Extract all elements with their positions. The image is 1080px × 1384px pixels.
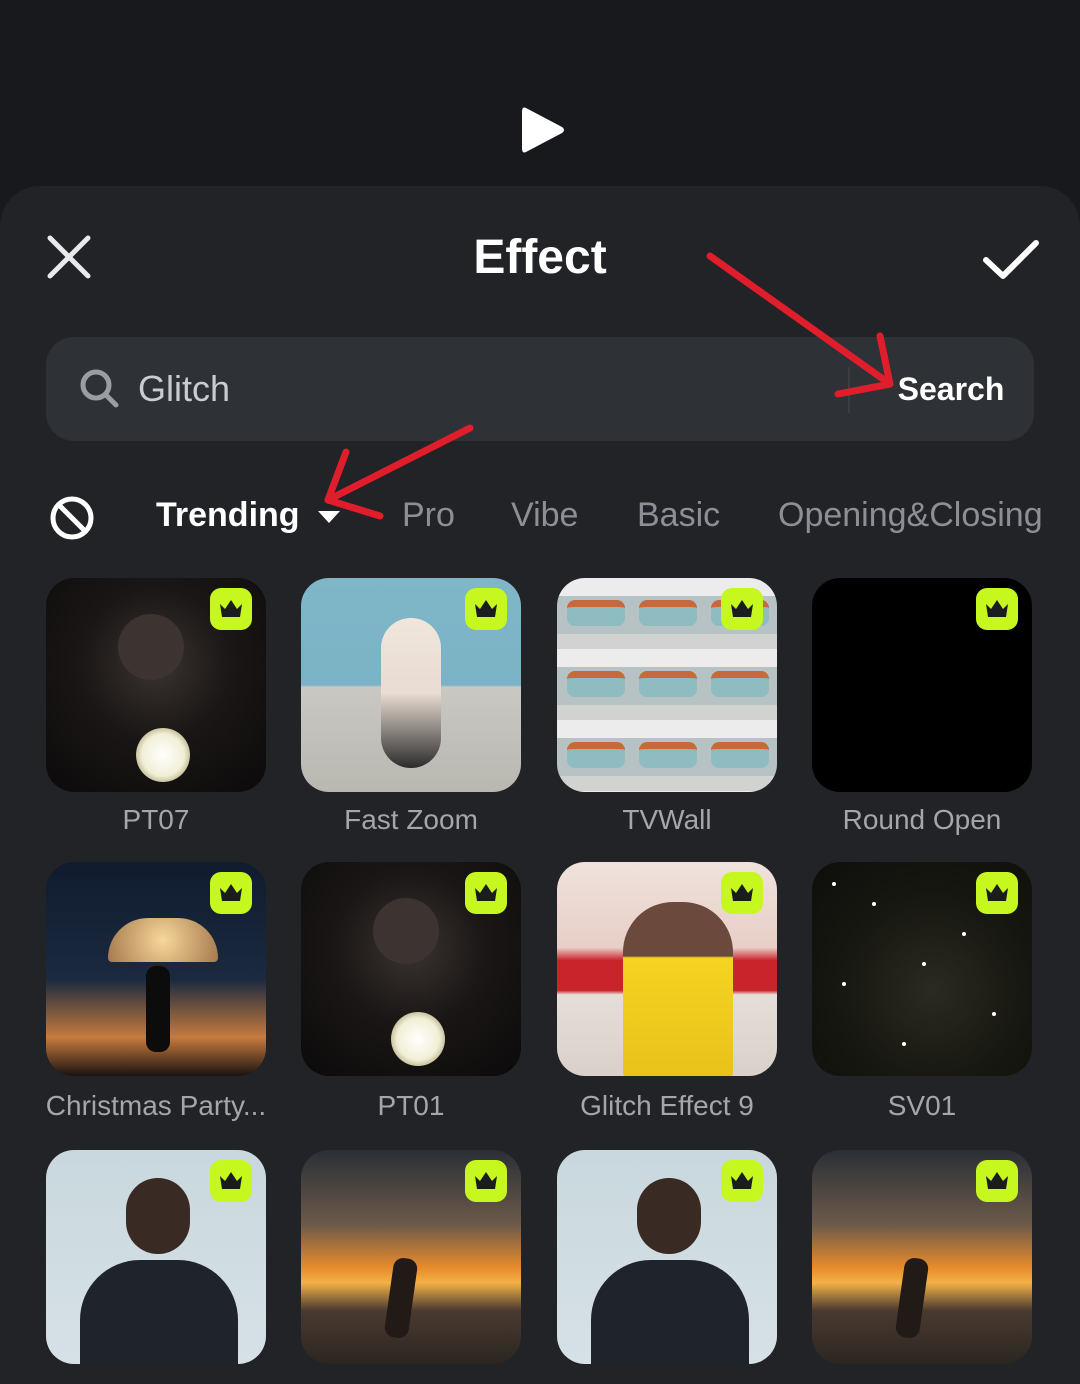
premium-crown-icon	[465, 1160, 507, 1202]
premium-crown-icon	[210, 872, 252, 914]
effect-card[interactable]	[46, 1150, 268, 1364]
page-title: Effect	[473, 231, 607, 284]
effect-panel: Effect Search Trending Pro Vibe Basic Op…	[0, 186, 1080, 1384]
premium-crown-icon	[721, 1160, 763, 1202]
premium-crown-icon	[976, 872, 1018, 914]
search-icon	[80, 369, 119, 408]
effect-card[interactable]: Round Open	[812, 578, 1034, 835]
effect-card[interactable]: PT01	[301, 862, 523, 1121]
tab-trending[interactable]: Trending	[156, 496, 342, 535]
premium-crown-icon	[210, 588, 252, 630]
premium-crown-icon	[210, 1160, 252, 1202]
tab-basic[interactable]: Basic	[637, 496, 720, 535]
tab-vibe[interactable]: Vibe	[511, 496, 578, 535]
effect-label: Christmas Party...	[45, 1090, 267, 1121]
premium-crown-icon	[721, 872, 763, 914]
effect-card[interactable]: SV01	[812, 862, 1034, 1121]
play-icon[interactable]	[520, 104, 566, 156]
effect-label: Round Open	[842, 804, 1002, 835]
effect-card[interactable]: TVWall	[557, 578, 779, 835]
tab-label: Trending	[156, 496, 300, 534]
premium-crown-icon	[465, 872, 507, 914]
premium-crown-icon	[976, 1160, 1018, 1202]
effect-label: PT01	[377, 1090, 445, 1121]
category-tabs: Trending Pro Vibe Basic Opening&Closing	[0, 476, 1080, 560]
premium-crown-icon	[721, 588, 763, 630]
chevron-down-icon	[317, 511, 340, 524]
effect-card[interactable]: Fast Zoom	[301, 578, 523, 835]
effect-card[interactable]	[557, 1150, 779, 1364]
search-bar: Search	[46, 337, 1034, 441]
tab-pro[interactable]: Pro	[402, 496, 455, 535]
effect-card[interactable]: Glitch Effect 9	[557, 862, 779, 1121]
search-button[interactable]: Search	[868, 337, 1034, 441]
effect-label: Fast Zoom	[344, 804, 478, 835]
preview-area	[0, 0, 1080, 190]
effect-label: Glitch Effect 9	[580, 1090, 754, 1121]
effect-card[interactable]	[301, 1150, 523, 1364]
effect-card[interactable]	[812, 1150, 1034, 1364]
effect-card[interactable]: PT07	[46, 578, 268, 835]
tab-opening-closing[interactable]: Opening&Closing	[778, 496, 1043, 535]
effect-label: PT07	[122, 804, 190, 835]
effect-card[interactable]: Christmas Party...	[46, 862, 268, 1121]
search-divider	[848, 367, 850, 413]
checkmark-icon[interactable]	[982, 238, 1040, 282]
no-effect-icon[interactable]	[48, 494, 96, 542]
premium-crown-icon	[976, 588, 1018, 630]
search-input[interactable]	[138, 359, 838, 419]
premium-crown-icon	[465, 588, 507, 630]
effect-label: SV01	[887, 1090, 957, 1121]
effect-label: TVWall	[622, 804, 712, 835]
